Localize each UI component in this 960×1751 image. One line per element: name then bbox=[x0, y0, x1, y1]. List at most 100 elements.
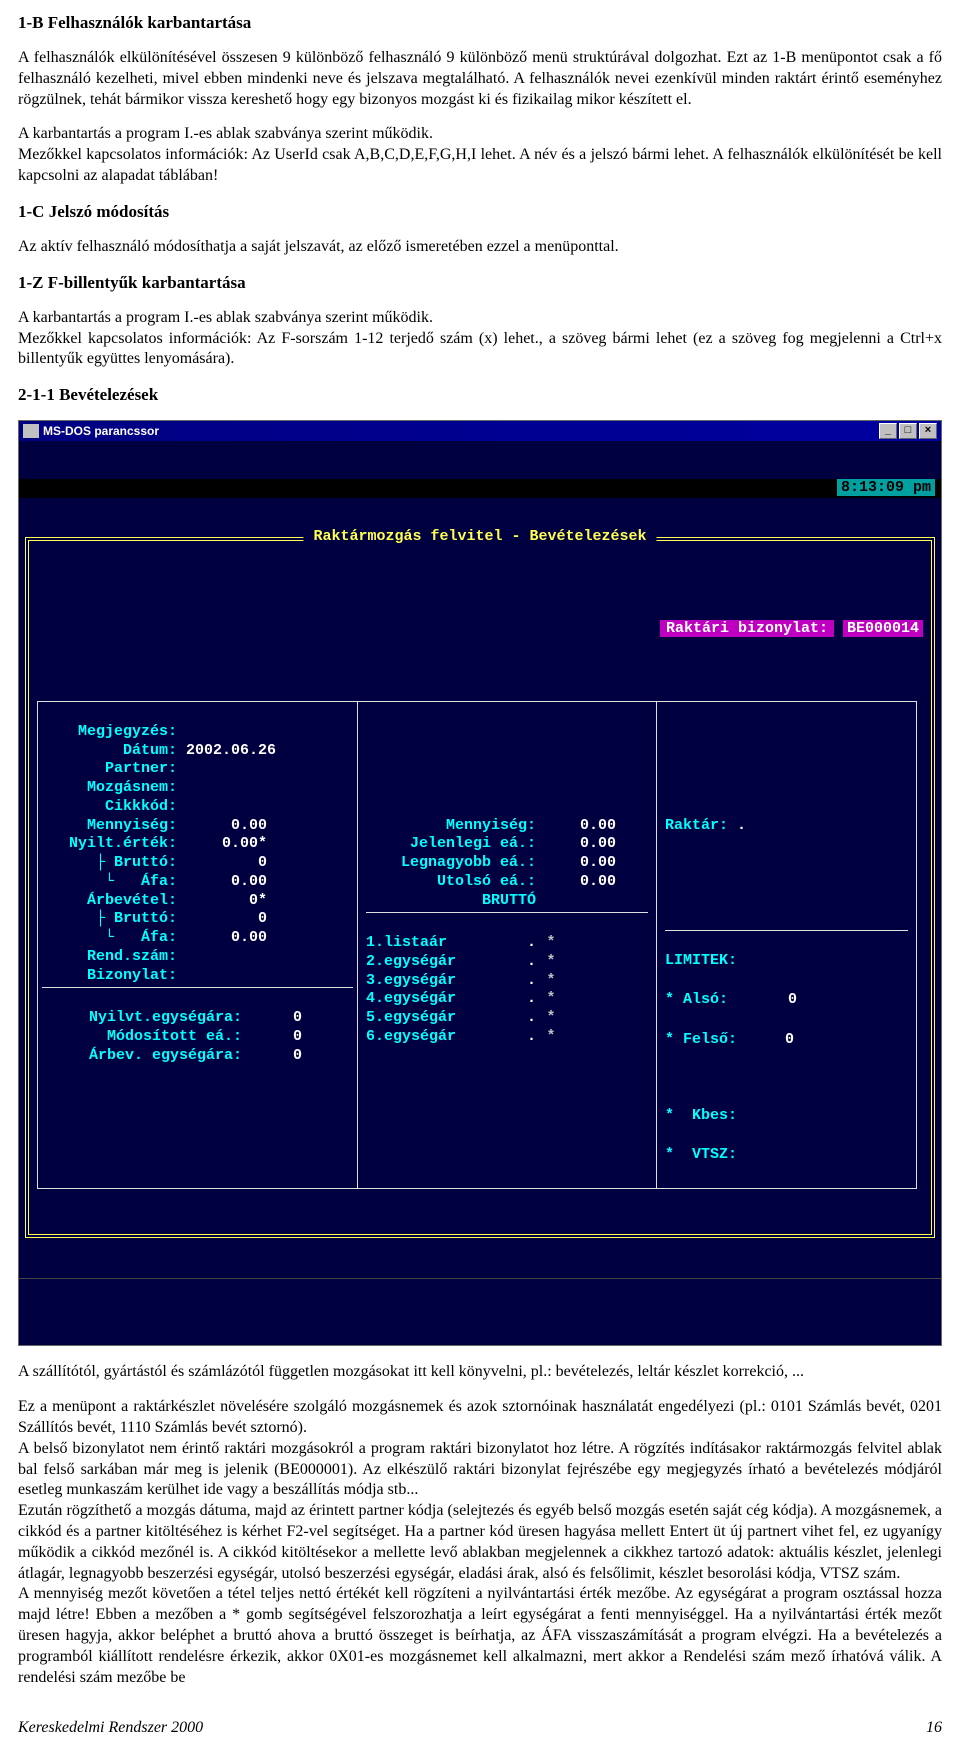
right-panel: Raktár: . LIMITEK: * Alsó: 0 * Felső: 0 … bbox=[657, 701, 917, 1189]
maximize-button[interactable]: □ bbox=[899, 423, 917, 439]
e3-label: 3.egységár bbox=[366, 972, 486, 991]
footer-page-number: 16 bbox=[926, 1718, 942, 1739]
bizonylat-value: BE000014 bbox=[843, 620, 923, 637]
bizonylat-label2: Bizonylat: bbox=[42, 967, 177, 986]
statusbar bbox=[19, 1278, 941, 1308]
mod-ea-label: Módosított eá.: bbox=[42, 1028, 242, 1047]
m-legnagyobb-label: Legnagyobb eá.: bbox=[366, 854, 536, 873]
e6-star: * bbox=[536, 1028, 566, 1047]
datum-label: Dátum: bbox=[42, 742, 177, 761]
mennyiseg-value[interactable]: 0.00 bbox=[177, 817, 267, 836]
m-legnagyobb-value: 0.00 bbox=[536, 854, 616, 873]
m-mennyiseg-value: 0.00 bbox=[536, 817, 616, 836]
section-1b-p2: A karbantartás a program I.-es ablak sza… bbox=[18, 124, 942, 145]
main-frame: Raktármozgás felvitel - Bevételezések Ra… bbox=[25, 537, 935, 1238]
listaar-value: . bbox=[486, 934, 536, 953]
section-1z-p2: Mezőkkel kapcsolatos információk: Az F-s… bbox=[18, 329, 942, 371]
also-value: 0 bbox=[737, 991, 797, 1010]
limitek-label: LIMITEK: bbox=[665, 952, 737, 969]
dos-window: MS-DOS parancssor _ □ × 8:13:09 pm Raktá… bbox=[18, 420, 942, 1346]
e2-label: 2.egységár bbox=[366, 953, 486, 972]
e5-label: 5.egységár bbox=[366, 1009, 486, 1028]
e2-star: * bbox=[536, 953, 566, 972]
m-utolso-label: Utolsó eá.: bbox=[366, 873, 536, 892]
afa1-label: └ Áfa: bbox=[42, 873, 177, 892]
e5-star: * bbox=[536, 1009, 566, 1028]
megjegyzes-label: Megjegyzés: bbox=[42, 723, 177, 742]
rendszam-label: Rend.szám: bbox=[42, 948, 177, 967]
section-1z-title: 1-Z F-billentyűk karbantartása bbox=[18, 272, 942, 294]
after-p4: Ezután rögzíthető a mozgás dátuma, majd … bbox=[18, 1501, 942, 1584]
e4-label: 4.egységár bbox=[366, 990, 486, 1009]
e6-label: 6.egységár bbox=[366, 1028, 486, 1047]
afa2-value[interactable]: 0.00 bbox=[177, 929, 267, 948]
partner-label: Partner: bbox=[42, 760, 177, 779]
mid-panel: Mennyiség:0.00 Jelenlegi eá.:0.00 Legnag… bbox=[357, 701, 657, 1189]
arbev-ea-value[interactable]: 0 bbox=[242, 1047, 302, 1066]
after-p1: A szállítótól, gyártástól és számlázótól… bbox=[18, 1362, 942, 1383]
m-brutto-label: BRUTTÓ bbox=[366, 892, 536, 911]
bizonylat-row: Raktári bizonylat: BE000014 bbox=[37, 601, 923, 657]
felso-label: * Felső: bbox=[665, 1031, 737, 1048]
nyilv-ea-label: Nyilvt.egységára: bbox=[42, 1009, 242, 1028]
m-mennyiseg-label: Mennyiség: bbox=[366, 817, 536, 836]
raktar-label: Raktár: bbox=[665, 817, 728, 834]
m-utolso-value: 0.00 bbox=[536, 873, 616, 892]
section-1c-title: 1-C Jelszó módosítás bbox=[18, 201, 942, 223]
bizonylat-label: Raktári bizonylat: bbox=[660, 620, 834, 637]
brutto1-label: ├ Bruttó: bbox=[42, 854, 177, 873]
listaar-star: * bbox=[536, 934, 566, 953]
listaar-label: 1.listaár bbox=[366, 934, 486, 953]
clock-bar: 8:13:09 pm bbox=[19, 479, 941, 498]
afa1-value[interactable]: 0.00 bbox=[177, 873, 267, 892]
after-p3: A belső bizonylatot nem érintő raktári m… bbox=[18, 1439, 942, 1501]
nyilv-ea-value[interactable]: 0 bbox=[242, 1009, 302, 1028]
also-label: * Alsó: bbox=[665, 991, 728, 1008]
e4-star: * bbox=[536, 990, 566, 1009]
kbes-label: * Kbes: bbox=[665, 1107, 737, 1124]
mozgasnem-label: Mozgásnem: bbox=[42, 779, 177, 798]
after-p2: Ez a menüpont a raktárkészlet növelésére… bbox=[18, 1397, 942, 1439]
e2-value: . bbox=[486, 953, 536, 972]
section-211-title: 2-1-1 Bevételezések bbox=[18, 384, 942, 406]
nyilt-label: Nyilt.érték: bbox=[42, 835, 177, 854]
arbev-ea-label: Árbev. egységára: bbox=[42, 1047, 242, 1066]
nyilt-value[interactable]: 0.00* bbox=[177, 835, 267, 854]
mennyiseg-label: Mennyiség: bbox=[42, 817, 177, 836]
titlebar: MS-DOS parancssor _ □ × bbox=[19, 421, 941, 441]
brutto2-label: ├ Bruttó: bbox=[42, 910, 177, 929]
cikkkod-label: Cikkkód: bbox=[42, 798, 177, 817]
console: 8:13:09 pm Raktármozgás felvitel - Bevét… bbox=[19, 441, 941, 1345]
footer-left: Kereskedelmi Rendszer 2000 bbox=[18, 1718, 203, 1739]
raktar-value[interactable]: . bbox=[737, 817, 746, 834]
m-jelenlegi-value: 0.00 bbox=[536, 835, 616, 854]
close-button[interactable]: × bbox=[919, 423, 937, 439]
section-1c-p1: Az aktív felhasználó módosíthatja a sajá… bbox=[18, 237, 942, 258]
minimize-button[interactable]: _ bbox=[879, 423, 897, 439]
mod-ea-value[interactable]: 0 bbox=[242, 1028, 302, 1047]
felso-value: 0 bbox=[746, 1031, 794, 1050]
section-1b-p1: A felhasználók elkülönítésével összesen … bbox=[18, 48, 942, 110]
datum-value[interactable]: 2002.06.26 bbox=[186, 742, 276, 759]
section-1b-title: 1-B Felhasználók karbantartása bbox=[18, 12, 942, 34]
section-1z-p1: A karbantartás a program I.-es ablak sza… bbox=[18, 308, 942, 329]
app-icon bbox=[23, 424, 39, 438]
section-1b-p3: Mezőkkel kapcsolatos információk: Az Use… bbox=[18, 145, 942, 187]
e5-value: . bbox=[486, 1009, 536, 1028]
clock-value: 8:13:09 pm bbox=[837, 479, 935, 496]
e4-value: . bbox=[486, 990, 536, 1009]
brutto2-value[interactable]: 0 bbox=[177, 910, 267, 929]
frame-title: Raktármozgás felvitel - Bevételezések bbox=[303, 528, 656, 547]
left-panel: Megjegyzés: Dátum: 2002.06.26 Partner: M… bbox=[37, 701, 357, 1189]
brutto1-value[interactable]: 0 bbox=[177, 854, 267, 873]
m-jelenlegi-label: Jelenlegi eá.: bbox=[366, 835, 536, 854]
page-footer: Kereskedelmi Rendszer 2000 16 bbox=[18, 1718, 942, 1739]
titlebar-text: MS-DOS parancssor bbox=[43, 424, 877, 440]
arbevetel-label: Árbevétel: bbox=[42, 892, 177, 911]
afa2-label: └ Áfa: bbox=[42, 929, 177, 948]
arbevetel-value[interactable]: 0* bbox=[177, 892, 267, 911]
e6-value: . bbox=[486, 1028, 536, 1047]
vtsz-label: * VTSZ: bbox=[665, 1146, 737, 1163]
e3-value: . bbox=[486, 972, 536, 991]
after-p5: A mennyiség mezőt követően a tétel telje… bbox=[18, 1584, 942, 1688]
